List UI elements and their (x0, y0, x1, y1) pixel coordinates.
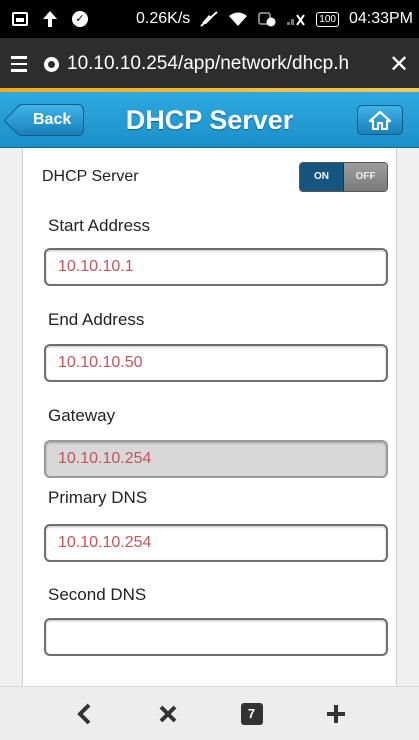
back-nav-button[interactable] (69, 699, 99, 729)
back-button[interactable]: Back (16, 104, 85, 136)
new-tab-button[interactable] (321, 699, 351, 729)
end-address-label: End Address (48, 310, 145, 329)
toggle-on[interactable]: ON (300, 163, 344, 191)
dhcp-server-toggle[interactable]: ON OFF (299, 162, 388, 192)
plus-icon (326, 704, 345, 723)
wifi-icon (228, 11, 248, 27)
app-header: DHCP Server Back (0, 92, 419, 148)
gateway-field: 10.10.10.254 (44, 440, 388, 478)
tab-count: 7 (240, 702, 263, 725)
dhcp-server-label: DHCP Server (42, 168, 139, 185)
browser-address-bar: 10.10.10.254/app/network/dhcp.h ✕ (0, 38, 419, 90)
url-text: 10.10.10.254/app/network/dhcp.h (67, 53, 350, 74)
gateway-label: Gateway (48, 406, 116, 425)
check-notification-icon: ✓ (72, 11, 88, 27)
home-button[interactable] (357, 105, 403, 135)
chevron-left-icon (76, 703, 90, 724)
mute-icon (200, 11, 218, 27)
page-info-icon[interactable] (44, 56, 59, 72)
status-bar: ✓ 0.26K/s 100 04:33PM (0, 0, 419, 38)
end-address-field[interactable]: 10.10.10.50 (44, 344, 388, 382)
dhcp-form: DHCP Server ON OFF Start Address 10.10.1… (22, 148, 397, 686)
start-address-label: Start Address (48, 216, 151, 235)
battery-icon: 100 (316, 11, 339, 27)
upload-arrow-icon (42, 10, 58, 28)
close-tab-button[interactable] (153, 699, 183, 729)
network-speed: 0.26K/s (136, 10, 191, 27)
primary-dns-field[interactable]: 10.10.10.254 (44, 524, 388, 562)
second-dns-label: Second DNS (48, 585, 147, 604)
close-tab-icon (159, 705, 176, 722)
close-icon[interactable]: ✕ (379, 50, 419, 79)
browser-bottom-bar: 7 (0, 686, 419, 740)
url-field[interactable]: 10.10.10.254/app/network/dhcp.h (38, 53, 379, 75)
clock: 04:33PM (348, 10, 413, 27)
tabs-button[interactable]: 7 (237, 699, 267, 729)
menu-icon[interactable] (0, 38, 38, 90)
content-area: DHCP Server ON OFF Start Address 10.10.1… (0, 148, 419, 686)
data-off-icon (258, 11, 276, 27)
home-icon (368, 110, 392, 130)
start-address-field[interactable]: 10.10.10.1 (44, 248, 388, 286)
toggle-off[interactable]: OFF (344, 163, 387, 191)
signal-icon (286, 12, 306, 26)
image-notification-icon (12, 12, 28, 26)
second-dns-field[interactable] (44, 618, 388, 656)
primary-dns-label: Primary DNS (48, 488, 148, 507)
